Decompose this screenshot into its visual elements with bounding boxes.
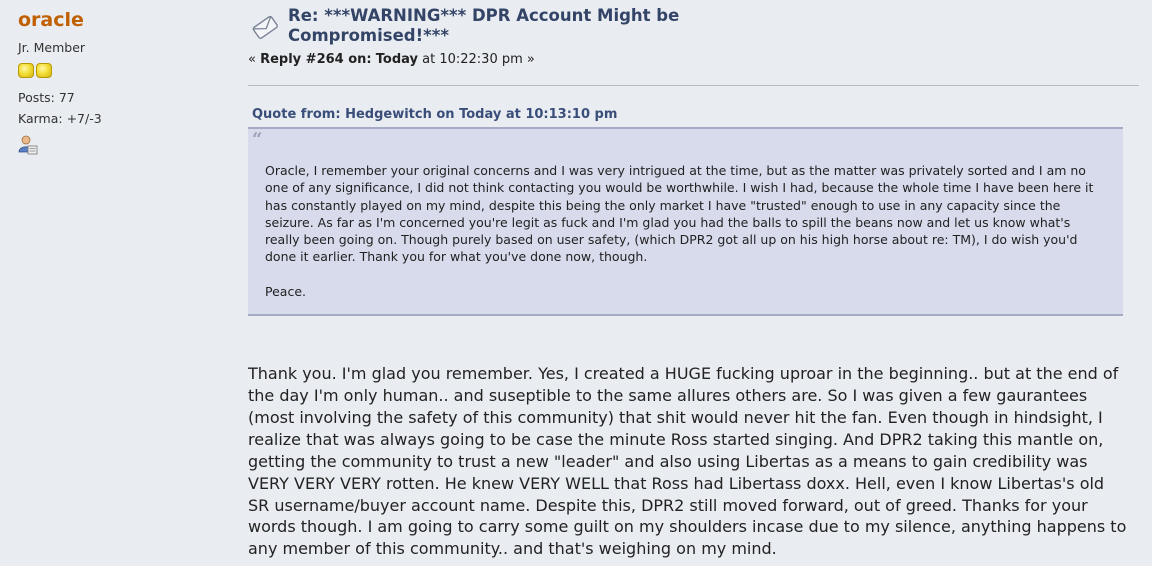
message-icon (250, 12, 280, 42)
reply-day: Today (375, 52, 418, 67)
star-icon (36, 63, 52, 78)
post-subject[interactable]: Re: ***WARNING*** DPR Account Might be C… (288, 6, 708, 46)
poster-post-count: Posts: 77 (18, 90, 75, 105)
reply-info: « Reply #264 on: Today at 10:22:30 pm » (248, 52, 1140, 67)
post-divider (248, 85, 1139, 86)
rank-stars (18, 63, 228, 78)
star-icon (18, 63, 34, 78)
reply-number[interactable]: Reply #264 on: (260, 52, 372, 67)
poster-info: oracle Jr. Member Posts: 77 Karma: +7/-3 (18, 8, 228, 155)
reply-time: at 10:22:30 pm » (418, 52, 535, 67)
post-header: Re: ***WARNING*** DPR Account Might be C… (248, 6, 1140, 67)
quote-text: Oracle, I remember your original concern… (265, 162, 1106, 300)
poster-rank: Jr. Member (18, 40, 86, 55)
post: Re: ***WARNING*** DPR Account Might be C… (248, 6, 1140, 560)
reply-prefix: « (248, 52, 261, 67)
poster-username[interactable]: oracle (18, 8, 228, 32)
quote-paragraph: Oracle, I remember your original concern… (265, 163, 1094, 265)
profile-icon[interactable] (18, 135, 38, 155)
quote-mark-icon: “ (252, 129, 263, 150)
poster-karma: Karma: +7/-3 (18, 111, 102, 126)
quote-paragraph: Peace. (265, 283, 306, 299)
post-body: Thank you. I'm glad you remember. Yes, I… (248, 364, 1127, 559)
quote-block: “ Oracle, I remember your original conce… (248, 127, 1123, 317)
quote-header[interactable]: Quote from: Hedgewitch on Today at 10:13… (252, 107, 1140, 123)
